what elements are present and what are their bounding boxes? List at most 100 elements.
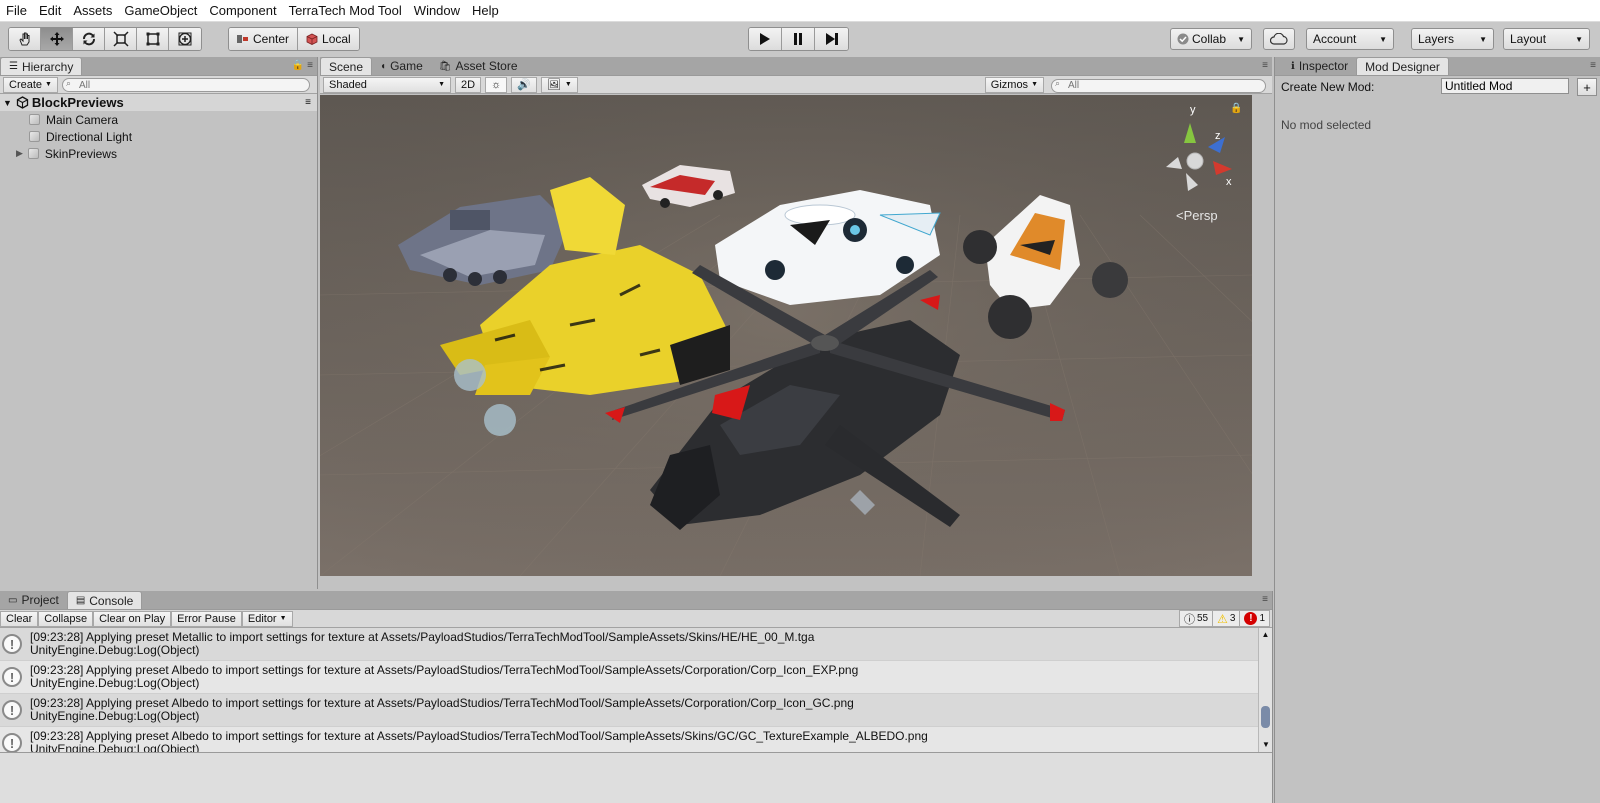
- tab-mod-designer[interactable]: Mod Designer: [1356, 57, 1449, 75]
- expand-arrow-icon[interactable]: ▶: [16, 148, 23, 159]
- panel-menu-icon[interactable]: ≡: [1262, 60, 1268, 71]
- shading-label: Shaded: [329, 78, 367, 91]
- shopping-bag-icon: 🛍: [438, 60, 452, 72]
- hand-tool-button[interactable]: [9, 28, 41, 50]
- console-scrollbar[interactable]: ▲ ▼: [1258, 628, 1272, 752]
- lighting-toggle[interactable]: ☼: [485, 76, 508, 93]
- scroll-up-arrow-icon[interactable]: ▲: [1259, 628, 1272, 642]
- console-entry[interactable]: ! [09:23:28] Applying preset Albedo to i…: [0, 727, 1272, 752]
- rect-tool-button[interactable]: [137, 28, 169, 50]
- tab-game[interactable]: ◖ Game: [372, 57, 431, 75]
- lock-icon[interactable]: 🔒: [1230, 102, 1242, 114]
- info-log-icon: !: [2, 733, 22, 752]
- panel-menu-icon[interactable]: 🔒 ≡: [292, 60, 313, 71]
- collab-dropdown[interactable]: Collab ▼: [1170, 28, 1252, 50]
- scene-menu-icon[interactable]: ≡: [305, 97, 311, 108]
- error-count: 1: [1259, 613, 1265, 624]
- tab-hierarchy[interactable]: ☰ Hierarchy: [0, 57, 83, 75]
- cloud-button[interactable]: [1263, 28, 1295, 50]
- tab-scene[interactable]: Scene: [320, 57, 373, 75]
- chevron-down-icon: ▼: [1575, 34, 1583, 44]
- menu-window[interactable]: Window: [408, 0, 466, 22]
- log-filter-toggle[interactable]: ⓘ 55: [1180, 611, 1212, 627]
- rotate-icon: [82, 32, 95, 46]
- hierarchy-search-input[interactable]: [61, 78, 310, 93]
- play-button[interactable]: [749, 28, 782, 50]
- move-tool-button[interactable]: [41, 28, 73, 50]
- info-circle-icon: ⓘ: [1183, 613, 1195, 626]
- warning-filter-toggle[interactable]: ⚠ 3: [1212, 610, 1239, 627]
- tab-asset-store[interactable]: 🛍 Asset Store: [431, 57, 526, 75]
- error-pause-button[interactable]: Error Pause: [171, 610, 242, 627]
- tab-console[interactable]: ▤ Console: [66, 591, 143, 609]
- mod-name-input[interactable]: [1441, 78, 1569, 94]
- menu-terratech-mod-tool[interactable]: TerraTech Mod Tool: [283, 0, 408, 22]
- gameobject-cube-icon: [27, 148, 39, 159]
- chevron-down-icon: ▼: [1379, 34, 1387, 44]
- scene-root-row[interactable]: ▼ BlockPreviews ≡: [0, 94, 317, 111]
- panel-menu-icon[interactable]: ≡: [1262, 594, 1268, 605]
- scrollbar-thumb[interactable]: [1261, 706, 1270, 728]
- shading-dropdown[interactable]: Shaded ▼: [323, 76, 451, 93]
- menu-gameobject[interactable]: GameObject: [118, 0, 203, 22]
- scene-viewport[interactable]: y z x <Persp 🔒: [320, 95, 1252, 576]
- create-button[interactable]: Create ▼: [3, 76, 58, 93]
- scene-search-input[interactable]: [1051, 78, 1266, 93]
- menu-help[interactable]: Help: [466, 0, 505, 22]
- menu-component[interactable]: Component: [203, 0, 282, 22]
- panel-menu-icon[interactable]: ≡: [1590, 60, 1596, 71]
- pivot-local-button[interactable]: Local: [298, 28, 359, 50]
- scroll-down-arrow-icon[interactable]: ▼: [1259, 738, 1272, 752]
- gameobject-cube-icon: [29, 114, 40, 125]
- add-mod-button[interactable]: +: [1577, 78, 1597, 96]
- transform-tools: [8, 27, 202, 51]
- gizmos-dropdown[interactable]: Gizmos ▼: [984, 76, 1044, 93]
- hierarchy-item-label: SkinPreviews: [44, 146, 117, 161]
- menu-bar: File Edit Assets GameObject Component Te…: [0, 0, 1600, 22]
- hierarchy-tabstrip: ☰ Hierarchy 🔒 ≡: [0, 57, 317, 76]
- menu-assets[interactable]: Assets: [67, 0, 118, 22]
- audio-toggle[interactable]: 🔊: [511, 76, 537, 93]
- pause-button[interactable]: [782, 28, 815, 50]
- create-label: Create: [9, 78, 43, 91]
- menu-edit[interactable]: Edit: [33, 0, 67, 22]
- scale-tool-button[interactable]: [105, 28, 137, 50]
- transform-tool-button[interactable]: [169, 28, 201, 50]
- rotate-tool-button[interactable]: [73, 28, 105, 50]
- tab-project[interactable]: ▭ Project: [0, 591, 67, 609]
- hierarchy-item-skin-previews[interactable]: ▶ SkinPreviews: [0, 145, 317, 162]
- console-entry[interactable]: ! [09:23:28] Applying preset Metallic to…: [0, 628, 1272, 661]
- error-filter-toggle[interactable]: ! 1: [1239, 610, 1269, 627]
- step-button[interactable]: [815, 28, 848, 50]
- expand-arrow-icon[interactable]: ▼: [3, 98, 12, 108]
- clear-button[interactable]: Clear: [0, 610, 39, 627]
- hierarchy-search: ⌕: [61, 77, 310, 93]
- playback-controls: [748, 27, 849, 51]
- tab-console-label: Console: [89, 593, 134, 608]
- image-icon: 🖼: [546, 79, 561, 91]
- gizmo-y-label: y: [1190, 104, 1196, 116]
- console-entry[interactable]: ! [09:23:28] Applying preset Albedo to i…: [0, 661, 1272, 694]
- hierarchy-item-directional-light[interactable]: Directional Light: [0, 128, 317, 145]
- pivot-center-button[interactable]: Center: [229, 28, 299, 50]
- layout-dropdown[interactable]: Layout ▼: [1503, 28, 1590, 50]
- chevron-down-icon: ▼: [438, 81, 445, 88]
- console-entry[interactable]: ! [09:23:28] Applying preset Albedo to i…: [0, 694, 1272, 727]
- effects-dropdown[interactable]: 🖼 ▼: [540, 76, 578, 93]
- layers-label: Layers: [1418, 32, 1455, 46]
- hierarchy-item-main-camera[interactable]: Main Camera: [0, 111, 317, 128]
- tab-inspector[interactable]: ℹ Inspector: [1283, 57, 1356, 75]
- menu-file[interactable]: File: [0, 0, 33, 22]
- editor-dropdown[interactable]: Editor ▼: [241, 610, 293, 627]
- persp-label[interactable]: <Persp: [1176, 208, 1218, 223]
- account-dropdown[interactable]: Account ▼: [1306, 28, 1394, 50]
- play-icon: [760, 33, 770, 45]
- layers-dropdown[interactable]: Layers ▼: [1411, 28, 1494, 50]
- chevron-down-icon: ▼: [1479, 34, 1487, 44]
- toggle-2d-button[interactable]: 2D: [455, 76, 482, 93]
- scene-render: y z x <Persp 🔒: [320, 95, 1252, 576]
- clear-on-play-button[interactable]: Clear on Play: [93, 610, 172, 627]
- checkmark-circle-icon: [1177, 33, 1189, 45]
- console-tabstrip: ▭ Project ▤ Console ≡: [0, 591, 1272, 610]
- collapse-button[interactable]: Collapse: [38, 610, 94, 627]
